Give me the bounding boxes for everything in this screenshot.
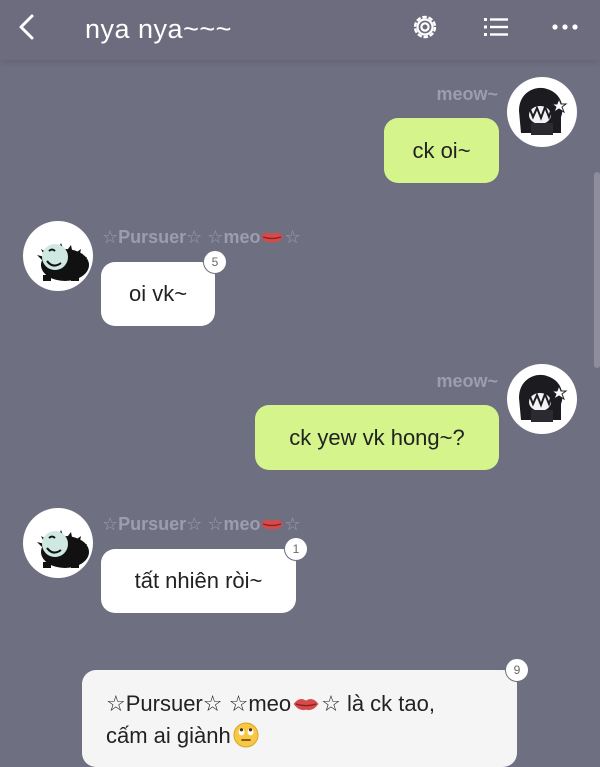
- sender-name-suffix: ☆: [284, 227, 301, 247]
- sender-name: meow~: [436, 84, 498, 104]
- reaction-count-badge[interactable]: 5: [203, 250, 227, 274]
- message-text: ☆Pursuer☆ ☆meo ☆ là ck tao, cấm ai giành: [106, 688, 435, 752]
- lips-emoji-icon: [293, 698, 319, 711]
- message-bubble[interactable]: ck oi~: [384, 118, 499, 183]
- more-horizontal-icon[interactable]: [549, 11, 581, 43]
- sender-name-text: ☆Pursuer☆ ☆meo: [102, 514, 261, 534]
- chevron-left-icon[interactable]: [14, 12, 40, 42]
- my-avatar[interactable]: [507, 77, 577, 147]
- message-bubble[interactable]: oi vk~: [101, 262, 215, 326]
- reaction-count-badge[interactable]: 9: [505, 658, 529, 682]
- top-bar: nya nya~~~: [0, 0, 600, 60]
- message-text: oi vk~: [128, 281, 188, 306]
- gear-icon[interactable]: [409, 11, 441, 43]
- contact-avatar[interactable]: [23, 221, 93, 291]
- scrollbar[interactable]: [594, 172, 600, 368]
- list-icon[interactable]: [480, 11, 512, 43]
- sender-name: ☆Pursuer☆ ☆meo ☆: [102, 227, 301, 248]
- message-text: tất nhiên ròi~: [134, 568, 263, 593]
- chat-title: nya nya~~~: [85, 14, 232, 44]
- sender-name-suffix: ☆: [284, 514, 301, 534]
- message-bubble[interactable]: ck yew vk hong~?: [255, 405, 499, 470]
- message-text-line2: cấm ai giành: [106, 723, 231, 748]
- reaction-count-badge[interactable]: 1: [284, 537, 308, 561]
- lips-emoji-icon: [261, 232, 284, 243]
- sender-name: meow~: [436, 371, 498, 391]
- message-text: ck yew vk hong~?: [289, 424, 465, 450]
- message-bubble[interactable]: tất nhiên ròi~: [101, 549, 296, 613]
- lips-emoji-icon: [261, 519, 284, 530]
- avatar-image: [519, 87, 568, 135]
- avatar-image: [519, 374, 568, 422]
- my-avatar[interactable]: [507, 364, 577, 434]
- avatar-image: [37, 530, 89, 568]
- message-bubble[interactable]: ☆Pursuer☆ ☆meo ☆ là ck tao, cấm ai giành: [82, 670, 517, 767]
- message-text: ck oi~: [412, 137, 471, 163]
- eye-roll-emoji-icon: [233, 722, 259, 748]
- sender-name-text: ☆Pursuer☆ ☆meo: [102, 227, 261, 247]
- avatar-image: [37, 243, 89, 281]
- message-text-line1-prefix: ☆Pursuer☆ ☆meo: [106, 691, 292, 716]
- sender-name: ☆Pursuer☆ ☆meo ☆: [102, 514, 301, 535]
- contact-avatar[interactable]: [23, 508, 93, 578]
- message-text-line1-suffix: ☆ là ck tao,: [321, 691, 435, 716]
